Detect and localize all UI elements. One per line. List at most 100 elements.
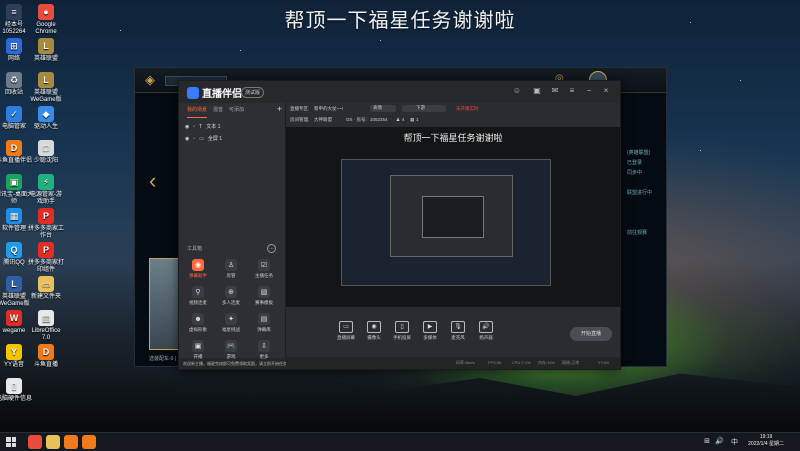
source-button[interactable]: ◉ 摄像头 bbox=[360, 321, 388, 341]
desktop-icon[interactable]: L 英雄联盟 WeGame版 bbox=[20, 72, 72, 104]
start-live-button[interactable]: 开始直播 bbox=[570, 327, 612, 341]
desktop-icon[interactable]: ▤ LibreOffice 7.0 bbox=[20, 310, 72, 342]
app-icon: L bbox=[38, 72, 54, 88]
volume-icon[interactable]: 🔊 bbox=[715, 437, 724, 445]
game-panel-line bbox=[627, 178, 665, 188]
lock-icon[interactable]: ▫ bbox=[193, 136, 195, 142]
source-label: 直播屏幕 bbox=[337, 335, 355, 340]
tool-item[interactable]: ♙ 房管 bbox=[216, 259, 246, 279]
source-icon: 🎙 bbox=[451, 321, 465, 333]
streaming-app-window[interactable]: 直播伴侣 测试版 ☺ ▣ ✉ ≡ − × 我的场景 混音 可添加 + ◉ ▫ T 文本… bbox=[178, 80, 621, 370]
tool-item[interactable]: ⊕ 多人连麦 bbox=[216, 286, 246, 306]
desktop-icon-sublabel: Chrome bbox=[35, 29, 57, 35]
clock[interactable]: 19:19 2022/1/4 星期二 bbox=[748, 434, 784, 448]
tool-item[interactable]: ⚲ 视频连麦 bbox=[183, 286, 213, 306]
ime-icon[interactable]: 中 bbox=[731, 437, 738, 447]
tab-my-scenes[interactable]: 我的场景 bbox=[187, 106, 208, 118]
game-logo-icon: ◈ bbox=[145, 72, 155, 87]
desktop-icon[interactable]: ▭ 新建文件夹 bbox=[20, 276, 72, 301]
clock-time: 19:19 bbox=[759, 434, 773, 440]
desktop-icon[interactable]: ◆ 驱动人生 bbox=[20, 106, 72, 131]
live-status-text: 未开播实时 bbox=[456, 106, 479, 111]
scene-item[interactable]: ◉ ▫ ▭ 全屏 1 bbox=[185, 135, 222, 143]
monitor-icon: ▭ bbox=[199, 135, 204, 142]
lock-icon[interactable]: ▫ bbox=[193, 124, 195, 130]
desktop-icon-label: 拼多多商家打 bbox=[27, 260, 64, 266]
scene-item[interactable]: ◉ ▫ T 文本 1 bbox=[185, 123, 220, 131]
game-panel-line bbox=[627, 208, 665, 218]
source-label: 摄像头 bbox=[367, 335, 381, 340]
live-info-toolbar: 直播专区: 蔡申的大仗~~! 表情 下游 未开播实时 房间管理: 大神联盟 OS… bbox=[286, 103, 620, 127]
sidebar: 我的场景 混音 可添加 + ◉ ▫ T 文本 1 ◉ ▫ ▭ 全屏 1 工具箱 … 欢迎新主… bbox=[179, 103, 289, 369]
desktop-icon-sublabel: 7.0 bbox=[41, 335, 51, 341]
room-value[interactable]: 大神联盟 bbox=[314, 117, 332, 123]
tool-item[interactable]: ⇩ 更多 bbox=[249, 340, 279, 360]
status-net: 网络:正常 bbox=[562, 360, 580, 365]
desktop-icon[interactable]: P 拼多多商家工 作台 bbox=[20, 208, 72, 240]
id-label: OS · 房号: bbox=[346, 117, 367, 122]
type-select[interactable]: 下游 bbox=[402, 105, 446, 112]
tool-item[interactable]: ▧ 赛事模板 bbox=[249, 286, 279, 306]
source-button[interactable]: ▯ 手机投屏 bbox=[388, 321, 416, 341]
eye-icon[interactable]: ◉ bbox=[185, 136, 189, 142]
source-icon: ▭ bbox=[339, 321, 353, 333]
taskbar-app-icon[interactable] bbox=[46, 435, 60, 449]
tab-addable[interactable]: 可添加 bbox=[229, 106, 244, 118]
tool-label: 虚拟形象 bbox=[189, 327, 207, 332]
gift-icon[interactable]: ▣ bbox=[532, 86, 542, 96]
desktop-icon-label: 英雄联盟 bbox=[33, 56, 58, 62]
source-button[interactable]: 🔊 扬声器 bbox=[472, 321, 500, 341]
game-panel-line bbox=[627, 198, 665, 208]
desktop-icon[interactable]: ⚡ 电源管家-游 戏助手 bbox=[20, 174, 72, 206]
tool-item[interactable]: 🎮 游戏 bbox=[216, 340, 246, 360]
desktop-icon[interactable]: L 英雄联盟 bbox=[20, 38, 72, 63]
live-preview[interactable]: 帮顶一下福星任务谢谢啦 bbox=[286, 127, 620, 307]
network-icon[interactable]: ⊞ bbox=[704, 437, 710, 445]
source-button[interactable]: 🎙 麦克风 bbox=[444, 321, 472, 341]
tool-label: 开播 bbox=[193, 354, 203, 359]
desktop-icon[interactable]: D 斗鱼直播 bbox=[20, 344, 72, 369]
nested-preview-1 bbox=[341, 159, 551, 286]
online-count: 1 bbox=[416, 117, 419, 122]
taskbar: ⊞ 🔊 中 19:19 2022/1/4 星期二 bbox=[0, 432, 800, 451]
desktop-icon-sublabel: WeGame版 bbox=[0, 301, 30, 307]
eye-icon[interactable]: ◉ bbox=[185, 124, 189, 130]
minimize-button[interactable]: − bbox=[584, 86, 594, 96]
windows-start-icon[interactable] bbox=[6, 437, 16, 447]
tool-label: 更多 bbox=[259, 354, 269, 359]
tool-item[interactable]: ☻ 虚拟形象 bbox=[183, 313, 213, 333]
category-value[interactable]: 蔡申的大仗~~! bbox=[314, 106, 343, 112]
tool-item[interactable]: ✦ 福星挑战 bbox=[216, 313, 246, 333]
app-logo-icon bbox=[187, 86, 199, 99]
taskbar-app-icon[interactable] bbox=[64, 435, 78, 449]
tool-icon: ▧ bbox=[258, 286, 270, 298]
tool-item[interactable]: ◉ 弹幕助手 bbox=[183, 259, 213, 279]
desktop-icon[interactable]: P 拼多多商家打 印组件 bbox=[20, 242, 72, 274]
clock-date: 2022/1/4 星期二 bbox=[748, 441, 784, 447]
desktop-icon[interactable]: □ 少聪沈阳 bbox=[20, 140, 72, 165]
app-logo: 直播伴侣 bbox=[187, 85, 242, 100]
tool-item[interactable]: ▣ 开播 bbox=[183, 340, 213, 360]
desktop-icon[interactable]: ● Google Chrome bbox=[20, 4, 72, 36]
tool-label: 赛事模板 bbox=[255, 300, 273, 305]
tool-item[interactable]: ▤ 弹幕库 bbox=[249, 313, 279, 333]
tab-mixer[interactable]: 混音 bbox=[213, 106, 223, 118]
tool-item[interactable]: ☑ 主播任务 bbox=[249, 259, 279, 279]
add-source-button[interactable]: + bbox=[277, 104, 282, 114]
taskbar-app-icon[interactable] bbox=[82, 435, 96, 449]
desktop-icon[interactable]: ▯ 电脑硬件信息 bbox=[0, 378, 40, 403]
source-button[interactable]: ▭ 直播屏幕 bbox=[332, 321, 360, 341]
version-badge[interactable]: 测试版 bbox=[241, 87, 265, 98]
desktop-icon-label: 少聪沈阳 bbox=[33, 158, 58, 164]
source-button[interactable]: ▶ 多媒体 bbox=[416, 321, 444, 341]
toolbox-more-icon[interactable]: … bbox=[267, 244, 276, 253]
mail-icon[interactable]: ✉ bbox=[550, 86, 560, 96]
close-button[interactable]: × bbox=[601, 86, 611, 96]
game-carousel-prev-icon[interactable]: ‹ bbox=[149, 168, 156, 194]
menu-icon[interactable]: ≡ bbox=[567, 86, 577, 96]
taskbar-app-icon[interactable] bbox=[28, 435, 42, 449]
emoji-button[interactable]: 表情 bbox=[370, 105, 396, 112]
tool-icon: ✦ bbox=[225, 313, 237, 325]
game-panel-line bbox=[627, 218, 665, 228]
user-icon[interactable]: ☺ bbox=[512, 86, 522, 96]
